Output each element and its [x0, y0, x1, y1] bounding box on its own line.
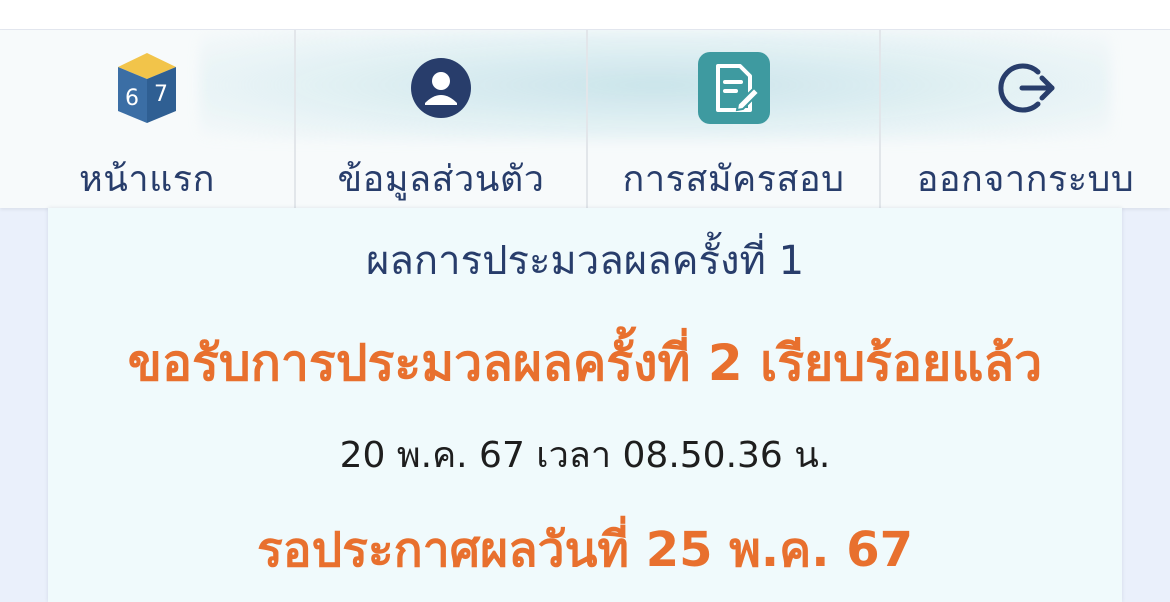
logout-icon [990, 52, 1062, 124]
processing-status: ขอรับการประมวลผลครั้งที่ 2 เรียบร้อยแล้ว [127, 334, 1043, 392]
request-timestamp: 20 พ.ค. 67 เวลา 08.50.36 น. [339, 435, 831, 476]
nav-label-logout: ออกจากระบบ [916, 159, 1135, 200]
announcement-date: รอประกาศผลวันที่ 25 พ.ค. 67 [256, 522, 913, 578]
top-bar [0, 0, 1170, 30]
result-card: ผลการประมวลผลครั้งที่ 1 ขอรับการประมวลผล… [48, 208, 1122, 602]
book-67-icon: 6 7 [111, 52, 183, 124]
nav-label-profile: ข้อมูลส่วนตัว [337, 159, 545, 200]
application-form-icon [697, 52, 770, 124]
book-badge-left: 6 [125, 86, 139, 111]
nav-label-home: หน้าแรก [79, 159, 215, 200]
result-heading: ผลการประมวลผลครั้งที่ 1 [365, 238, 805, 284]
nav-label-application: การสมัครสอบ [622, 159, 845, 200]
nav-item-home[interactable]: 6 7 หน้าแรก [0, 30, 296, 208]
nav-item-profile[interactable]: ข้อมูลส่วนตัว [296, 30, 588, 208]
book-badge-right: 7 [154, 82, 168, 107]
user-profile-icon [405, 52, 477, 124]
nav-item-application[interactable]: การสมัครสอบ [588, 30, 881, 208]
main-navigation: 6 7 หน้าแรก ข้อมูลส่วนตัว การสมัครสอบ ออ… [0, 30, 1170, 208]
nav-item-logout[interactable]: ออกจากระบบ [881, 30, 1170, 208]
